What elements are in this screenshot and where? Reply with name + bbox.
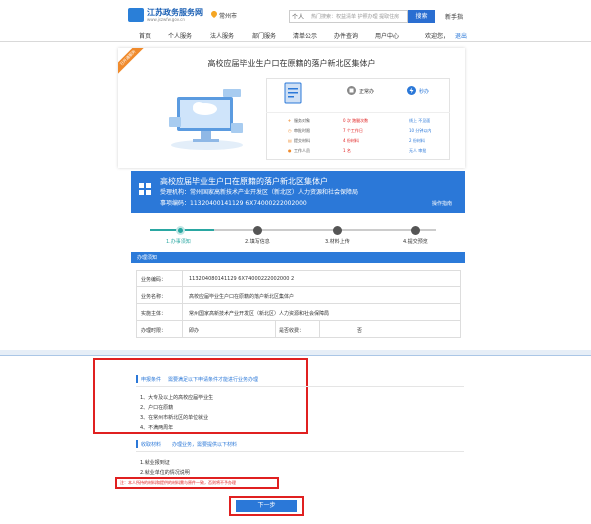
operation-guide-link[interactable]: 操作指南	[432, 200, 452, 207]
normal-mode-icon	[347, 86, 356, 95]
stat-label-1: 服务对象	[294, 118, 310, 123]
instant-time: 10 分钟以内	[409, 128, 432, 133]
instant-approval: 无人 审批	[409, 148, 427, 153]
row-value-fee: 否	[357, 328, 363, 334]
nav-personal[interactable]: 个人服务	[168, 31, 192, 40]
site-logo-icon[interactable]	[128, 8, 144, 22]
material-item-2: 2.就业单位的情况说明	[140, 470, 190, 476]
instant-mode-icon	[407, 86, 416, 95]
material-item-1: 1.就业报到证	[140, 460, 170, 466]
table-row	[136, 270, 461, 287]
stat-icon-1: ✈	[288, 118, 292, 123]
notice-header: 办理须知	[131, 252, 465, 263]
table-col-divider	[275, 321, 276, 338]
location-selector[interactable]: 常州市	[219, 11, 237, 20]
search-input[interactable]: 热门搜索：权益清单 护照办理 提取住房	[311, 13, 399, 20]
step-label-3[interactable]: 3.材料上传	[325, 238, 350, 245]
document-icon	[284, 82, 302, 104]
step-label-2[interactable]: 2.填写信息	[245, 238, 270, 245]
row-value-org: 常州国家高新技术产业开发区（新北区）人力资源和社会保障局	[189, 311, 330, 317]
table-col-divider	[319, 321, 320, 338]
step-label-1[interactable]: 1.办事须知	[166, 238, 191, 245]
nav-user[interactable]: 用户中心	[375, 31, 399, 40]
banner-title: 高校应届毕业生户口在原籍的落户新北区集体户	[160, 177, 328, 186]
nav-legal[interactable]: 法人服务	[210, 31, 234, 40]
normal-mode-title: 正常办	[359, 89, 375, 95]
computer-illustration-icon	[169, 89, 243, 150]
row-label-code: 业务编码：	[141, 277, 167, 283]
normal-materials: 4 份材料	[343, 138, 359, 143]
normal-days: 7 个工作日	[343, 128, 363, 133]
search-category-select[interactable]: 个人	[292, 12, 304, 21]
step-dot-3	[333, 226, 342, 235]
condition-item-3: 3、在常州市新北区的单位就业	[140, 415, 209, 421]
normal-staff: 1 名	[343, 148, 351, 153]
grid-icon	[139, 183, 151, 195]
conditions-bar	[136, 375, 138, 383]
materials-subtitle: 办理业务，需要提供以下材料	[172, 442, 238, 448]
logout-link[interactable]: 退出	[455, 31, 467, 40]
conditions-rule	[136, 386, 464, 387]
table-row	[136, 287, 461, 304]
materials-rule	[136, 451, 464, 452]
nav-home[interactable]: 首页	[139, 31, 151, 40]
condition-item-2: 2、户口在原籍	[140, 405, 174, 411]
row-label-time: 办理时限：	[141, 328, 167, 334]
main-nav: 首页 个人服务 法人服务 部门服务 清单公示 办件查询 用户中心 欢迎您， 退出	[0, 29, 591, 41]
conditions-title: 申报条件	[141, 377, 162, 383]
stat-icon-3: ▤	[288, 138, 292, 143]
search-button[interactable]: 搜索	[408, 10, 435, 23]
notice-header-label: 办理须知	[137, 255, 158, 261]
stat-label-4: 工作人员	[294, 148, 310, 153]
site-url: www.jszwfw.gov.cn	[147, 17, 185, 22]
nav-department[interactable]: 部门服务	[252, 31, 276, 40]
location-pin-icon	[211, 11, 217, 18]
materials-bar	[136, 440, 138, 448]
welcome-text: 欢迎您，	[425, 33, 450, 40]
stat-icon-4: ●	[288, 148, 292, 153]
conditions-subtitle: 需要满足以下申请条件才能进行业务办理	[168, 377, 259, 383]
section-separator-line	[0, 355, 591, 356]
panel-divider	[266, 112, 450, 113]
newbie-guide-link[interactable]: 新手指	[445, 12, 463, 21]
service-title: 高校应届毕业生户口在原籍的落户新北区集体户	[207, 59, 376, 68]
row-value-name: 高校应届毕业生户口在原籍的落户新北区集体户	[189, 294, 295, 300]
nav-query[interactable]: 办件查询	[334, 31, 358, 40]
step-dot-4	[411, 226, 420, 235]
stat-label-2: 审批时限	[294, 128, 310, 133]
step-dot-1	[176, 226, 185, 235]
normal-visits: 0 次 跑腿次数	[343, 118, 369, 123]
instant-visits: 线上 不见面	[409, 118, 431, 123]
banner-org: 受理机构：常州国家高新技术产业开发区（新北区）人力资源和社会保障局	[160, 189, 359, 196]
stat-icon-2: ◷	[288, 128, 292, 133]
row-label-org: 实施主体：	[141, 311, 167, 317]
condition-item-1: 1、大专及以上的高校应届毕业生	[140, 395, 214, 401]
step-dot-2	[253, 226, 262, 235]
row-value-time: 即办	[189, 328, 200, 334]
row-label-name: 业务名称：	[141, 294, 167, 300]
next-step-button[interactable]: 下一步	[236, 500, 297, 512]
materials-hint: 注：本人所持的材料和提供的材料需与原件一致，否则将不予办理	[120, 480, 236, 485]
stat-label-3: 提交材料	[294, 138, 310, 143]
instant-materials: 2 份材料	[409, 138, 425, 143]
step-label-4[interactable]: 4.提交预览	[403, 238, 428, 245]
row-value-code: 113204080141129 6X74000222002000 2	[189, 276, 295, 282]
instant-mode-title: 秒办	[419, 89, 430, 95]
row-label-fee: 是否收费：	[279, 328, 305, 334]
banner-code: 事项编码：11320400141129 6X74000222002000	[160, 200, 307, 207]
table-col-divider	[182, 270, 183, 338]
condition-item-4: 4、不满两周年	[140, 425, 174, 431]
nav-divider	[0, 41, 591, 42]
nav-list[interactable]: 清单公示	[293, 31, 317, 40]
materials-title: 收取材料	[141, 442, 162, 448]
